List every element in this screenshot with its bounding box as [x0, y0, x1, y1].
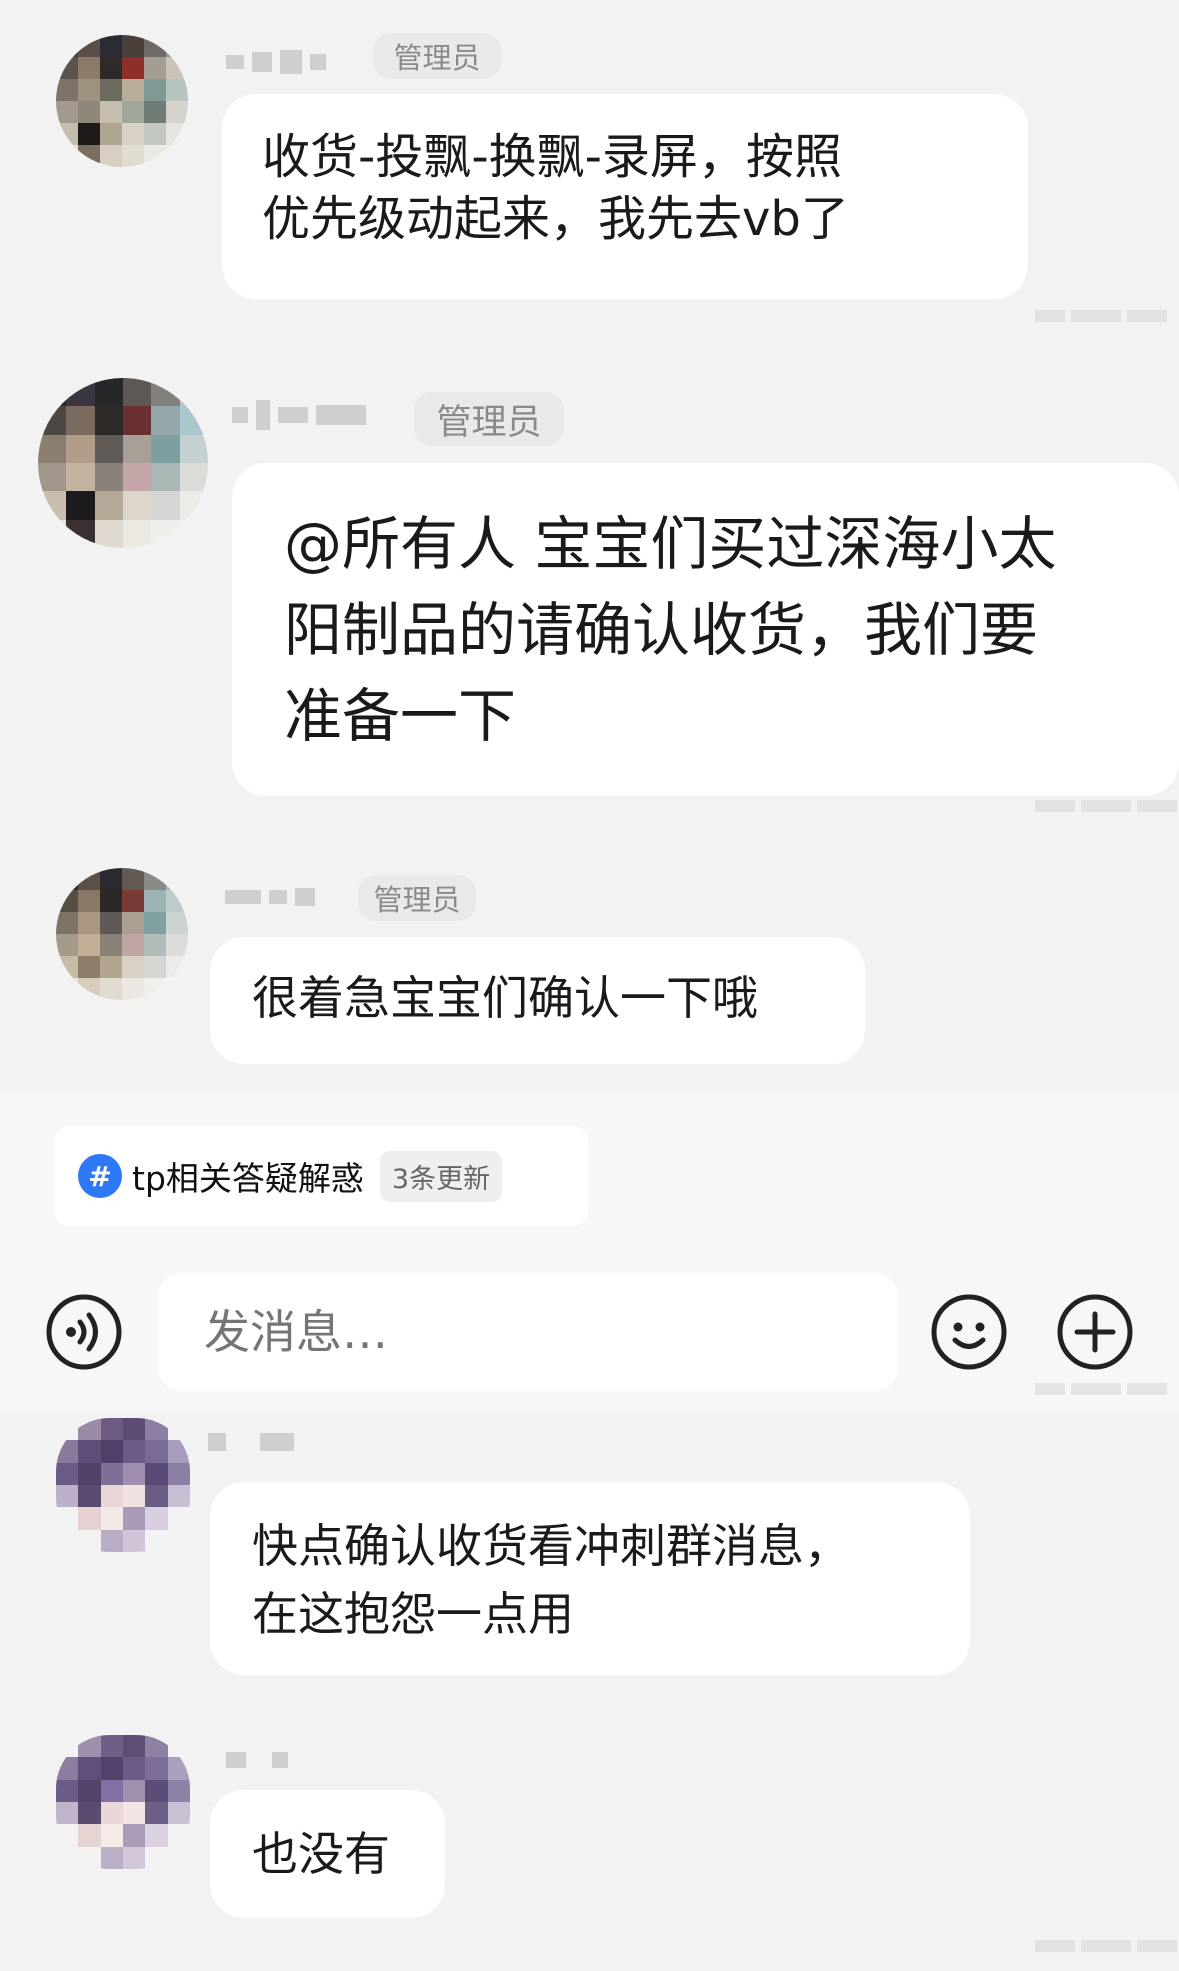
timestamp [1035, 310, 1167, 322]
topic-update-count: 3条更新 [379, 1150, 503, 1202]
message-bubble[interactable]: 很着急宝宝们确认一下哦 [210, 937, 865, 1064]
message-bubble[interactable]: 快点确认收货看冲刺群消息， 在这抱怨一点用 [210, 1482, 970, 1675]
admin-badge: 管理员 [358, 875, 476, 921]
emoji-button[interactable] [930, 1293, 1008, 1371]
plus-icon [1057, 1294, 1133, 1370]
avatar[interactable] [56, 868, 188, 1000]
emoji-icon [931, 1294, 1007, 1370]
sender-name [208, 1433, 294, 1451]
admin-badge: 管理员 [414, 392, 564, 446]
hashtag-icon: # [78, 1154, 122, 1198]
message-bubble[interactable]: @所有人 宝宝们买过深海小太 阳制品的请确认收货，我们要 准备一下 [232, 463, 1179, 796]
topic-pill[interactable]: # tp相关答疑解惑 3条更新 [54, 1126, 588, 1226]
admin-badge: 管理员 [373, 33, 501, 79]
avatar[interactable] [56, 1418, 190, 1552]
avatar[interactable] [56, 35, 188, 167]
sender-name [232, 400, 366, 430]
avatar[interactable] [56, 1735, 190, 1869]
timestamp [1035, 800, 1177, 812]
voice-icon [46, 1294, 122, 1370]
watermark [1035, 1383, 1167, 1395]
message-bubble[interactable]: 收货-投飘-换飘-录屏，按照 优先级动起来，我先去vb了 [222, 94, 1028, 299]
sender-name [225, 888, 315, 906]
sender-name [226, 50, 326, 74]
message-bubble[interactable]: 也没有 [210, 1790, 445, 1918]
avatar[interactable] [38, 378, 208, 548]
plus-button[interactable] [1056, 1293, 1134, 1371]
sender-name [226, 1752, 288, 1768]
message-input[interactable] [158, 1273, 898, 1391]
topic-label: tp相关答疑解惑 [132, 1159, 364, 1198]
voice-button[interactable] [45, 1293, 123, 1371]
timestamp [1035, 1940, 1177, 1952]
